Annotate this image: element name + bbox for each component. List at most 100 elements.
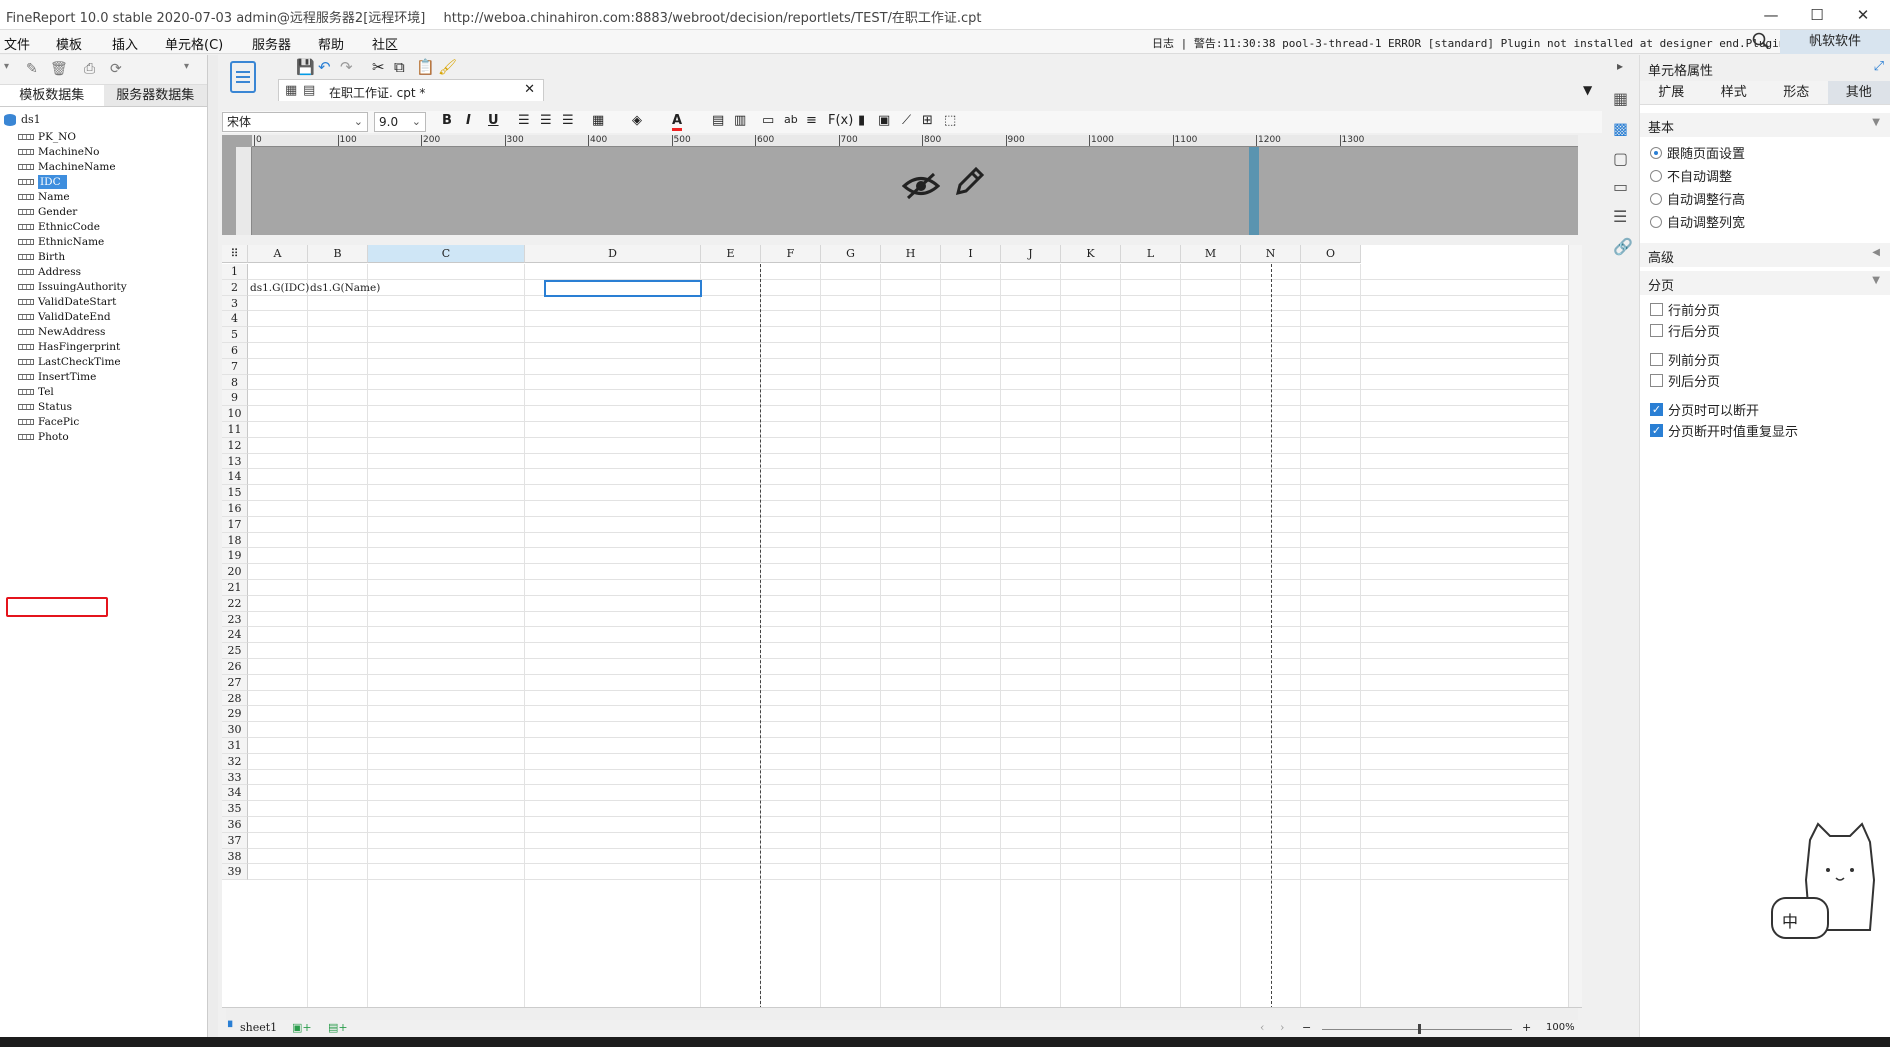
- cell-B2[interactable]: ds1.G(Name): [308, 279, 380, 297]
- unmerge-cells-icon[interactable]: ▥: [734, 113, 746, 128]
- row-header-7[interactable]: 7: [222, 358, 248, 375]
- radio-option[interactable]: 不自动调整: [1640, 164, 1890, 187]
- image-icon[interactable]: ▣: [878, 113, 890, 128]
- assistant-mascot[interactable]: 中: [1770, 820, 1890, 950]
- delete-icon[interactable]: 🗑: [50, 61, 68, 77]
- dataset-node[interactable]: ds1: [4, 113, 41, 126]
- column-header-K[interactable]: K: [1061, 245, 1121, 263]
- menu-cell[interactable]: 单元格(C): [165, 34, 223, 53]
- cut-icon[interactable]: ✂: [372, 58, 385, 76]
- hyperlink-icon[interactable]: 🔗: [1613, 237, 1633, 256]
- row-header-2[interactable]: 2: [222, 279, 248, 296]
- menu-community[interactable]: 社区: [372, 34, 398, 53]
- row-header-37[interactable]: 37: [222, 832, 248, 849]
- row-header-39[interactable]: 39: [222, 864, 248, 881]
- row-header-10[interactable]: 10: [222, 406, 248, 422]
- selected-cell-C2[interactable]: [544, 280, 702, 297]
- checkbox[interactable]: [1650, 324, 1663, 337]
- field-issuingauthority[interactable]: IssuingAuthority: [18, 279, 127, 295]
- zoom-slider-knob[interactable]: [1418, 1024, 1421, 1034]
- float-element-icon[interactable]: ▢: [1613, 149, 1628, 168]
- row-header-16[interactable]: 16: [222, 501, 248, 517]
- sheet-tab[interactable]: ▘ sheet1: [228, 1021, 277, 1034]
- checkbox-option[interactable]: ✓ 分页时可以断开: [1640, 399, 1890, 420]
- field-ethniccode[interactable]: EthnicCode: [18, 219, 100, 235]
- field-validdatestart[interactable]: ValidDateStart: [18, 294, 116, 310]
- column-header-L[interactable]: L: [1121, 245, 1181, 263]
- row-header-5[interactable]: 5: [222, 327, 248, 343]
- close-window-button[interactable]: ✕: [1840, 0, 1886, 30]
- fill-color-icon[interactable]: ◈: [632, 113, 642, 128]
- column-header-A[interactable]: A: [248, 245, 308, 263]
- tab-expand[interactable]: 扩展: [1640, 81, 1703, 104]
- template-icon[interactable]: [230, 61, 256, 93]
- add-form-sheet-icon[interactable]: ▤+: [328, 1021, 348, 1034]
- chart-icon[interactable]: ▮: [858, 113, 865, 128]
- italic-button[interactable]: I: [466, 113, 471, 128]
- radio-option[interactable]: 自动调整列宽: [1640, 210, 1890, 233]
- tab-form[interactable]: 形态: [1765, 81, 1828, 104]
- field-birth[interactable]: Birth: [18, 249, 65, 265]
- select-all-corner[interactable]: ⠿: [222, 245, 248, 263]
- minimize-button[interactable]: —: [1748, 0, 1794, 30]
- row-header-21[interactable]: 21: [222, 580, 248, 596]
- column-header-B[interactable]: B: [308, 245, 368, 263]
- log-label[interactable]: 日志: [1152, 37, 1174, 50]
- radio-option[interactable]: 跟随页面设置: [1640, 141, 1890, 164]
- collapse-icon[interactable]: ▾: [184, 61, 189, 72]
- menu-server[interactable]: 服务器: [252, 34, 291, 53]
- log-area[interactable]: 日志 | 警告:11:30:38 pool-3-thread-1 ERROR […: [1152, 35, 1805, 51]
- cell-A2[interactable]: ds1.G(IDC): [248, 279, 309, 297]
- column-header-M[interactable]: M: [1181, 245, 1241, 263]
- checkbox[interactable]: [1650, 303, 1663, 316]
- checkbox-option[interactable]: ✓ 分页断开时值重复显示: [1640, 420, 1890, 441]
- field-hasfingerprint[interactable]: HasFingerprint: [18, 339, 120, 355]
- row-header-24[interactable]: 24: [222, 627, 248, 644]
- checkbox-option[interactable]: 行后分页: [1640, 320, 1890, 341]
- field-gender[interactable]: Gender: [18, 204, 77, 220]
- horizontal-scrollbar[interactable]: [226, 1008, 1578, 1020]
- row-header-34[interactable]: 34: [222, 785, 248, 802]
- widget-icon[interactable]: ▭: [1613, 177, 1628, 196]
- field-address[interactable]: Address: [18, 264, 81, 280]
- hide-eye-icon[interactable]: [901, 171, 941, 209]
- row-header-11[interactable]: 11: [222, 422, 248, 438]
- row-header-36[interactable]: 36: [222, 817, 248, 833]
- subreport-icon[interactable]: ⊞: [922, 113, 933, 128]
- frame-icon[interactable]: ⬚: [944, 113, 956, 128]
- column-header-E[interactable]: E: [701, 245, 761, 263]
- section-paging[interactable]: 分页 ▼: [1640, 271, 1890, 295]
- row-header-31[interactable]: 31: [222, 738, 248, 754]
- dropdown-arrow-icon[interactable]: ▾: [4, 61, 9, 72]
- field-pk_no[interactable]: PK_NO: [18, 129, 76, 145]
- font-color-icon[interactable]: A: [672, 113, 683, 131]
- refresh-dataset-icon[interactable]: ⟳: [110, 61, 122, 77]
- copy-icon[interactable]: ⧉: [394, 58, 405, 76]
- row-header-15[interactable]: 15: [222, 485, 248, 501]
- row-header-18[interactable]: 18: [222, 532, 248, 549]
- radio-button[interactable]: [1650, 146, 1662, 159]
- column-header-G[interactable]: G: [821, 245, 881, 263]
- scroll-left-icon[interactable]: ‹: [1260, 1021, 1264, 1034]
- slash-icon[interactable]: ⟋: [902, 113, 911, 128]
- zoom-out-button[interactable]: −: [1302, 1021, 1311, 1034]
- splitter[interactable]: [208, 55, 218, 1037]
- bold-button[interactable]: B: [442, 113, 452, 128]
- checkbox-option[interactable]: 行前分页: [1640, 299, 1890, 320]
- font-select[interactable]: 宋体 ⌄: [222, 112, 368, 132]
- scroll-right-icon[interactable]: ›: [1280, 1021, 1284, 1034]
- field-name[interactable]: Name: [18, 189, 70, 205]
- radio-button[interactable]: [1650, 192, 1662, 205]
- menu-help[interactable]: 帮助: [318, 34, 344, 53]
- column-header-H[interactable]: H: [881, 245, 941, 263]
- condition-icon[interactable]: ☰: [1613, 207, 1627, 226]
- radio-option[interactable]: 自动调整行高: [1640, 187, 1890, 210]
- row-header-12[interactable]: 12: [222, 437, 248, 454]
- edit-icon[interactable]: ✎: [26, 61, 38, 77]
- field-lastchecktime[interactable]: LastCheckTime: [18, 354, 121, 370]
- undo-icon[interactable]: ↶: [318, 58, 331, 76]
- row-header-20[interactable]: 20: [222, 564, 248, 580]
- column-header-O[interactable]: O: [1301, 245, 1361, 263]
- field-photo[interactable]: Photo: [18, 429, 69, 445]
- align-left-icon[interactable]: ☰: [518, 113, 530, 128]
